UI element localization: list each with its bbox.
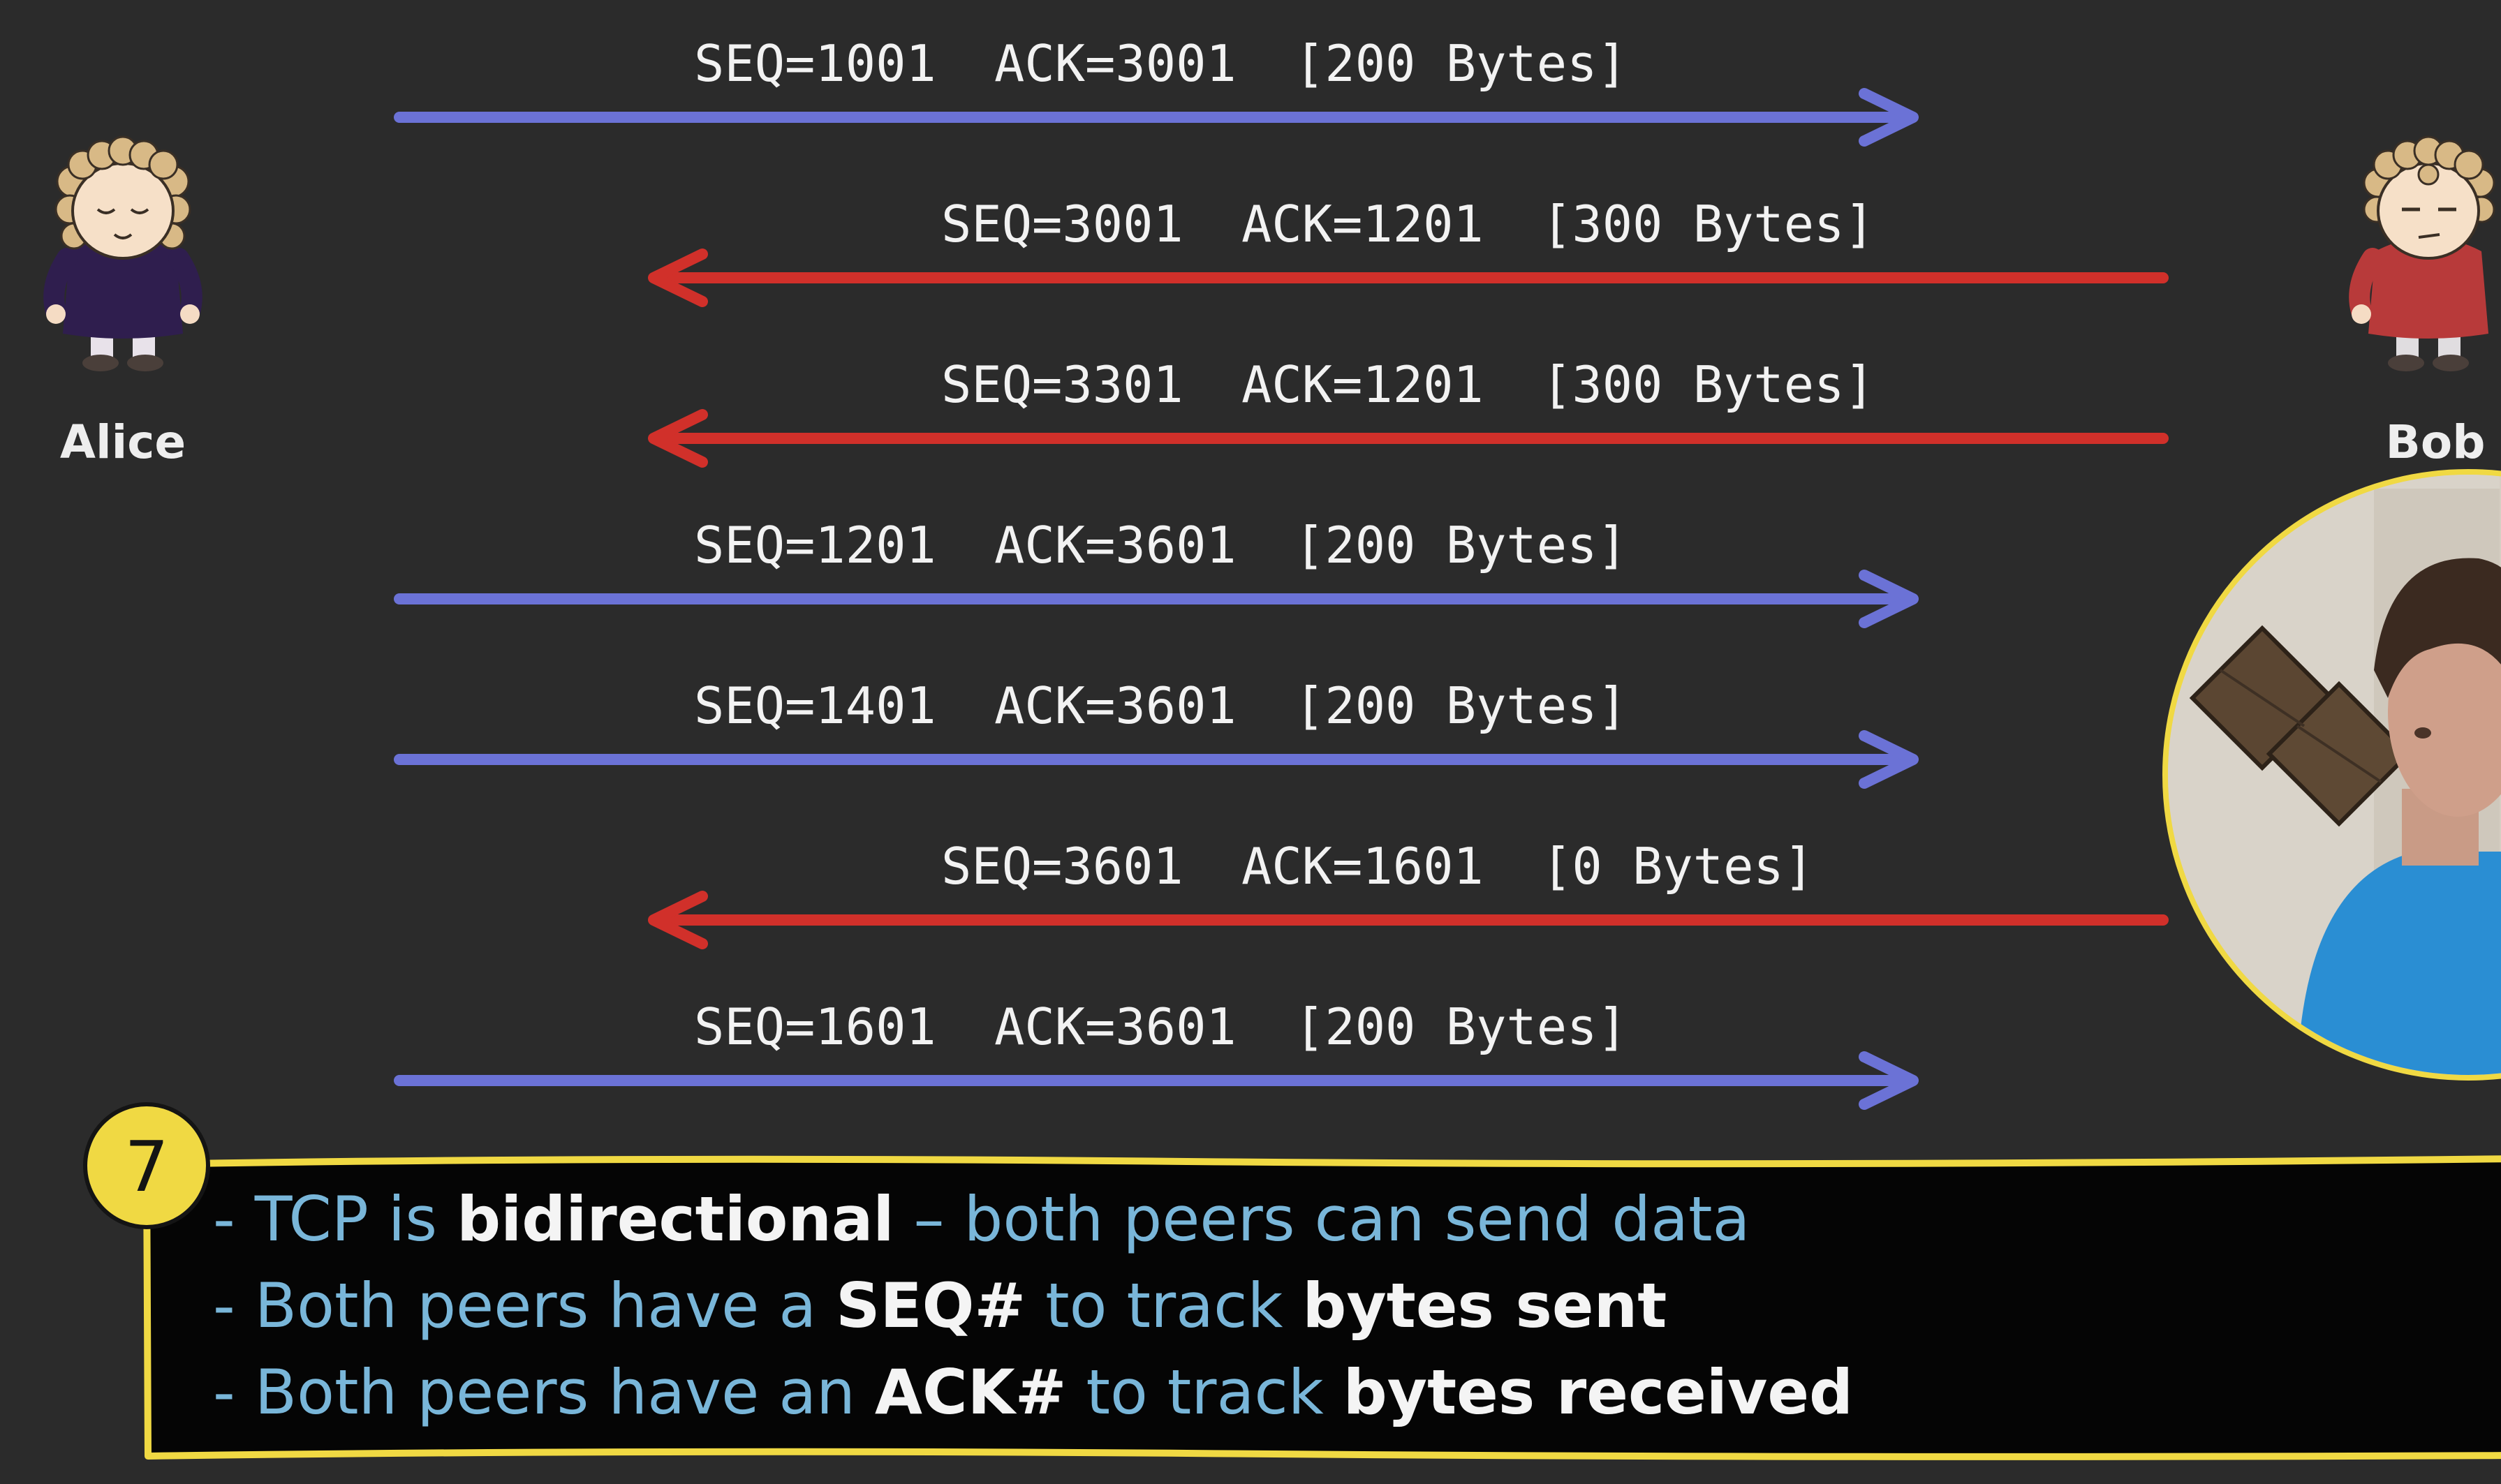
message-alice-to-bob: SEQ=1601 ACK=3601 [200 Bytes]: [394, 997, 1919, 1110]
message-alice-to-bob: SEQ=1001 ACK=3001 [200 Bytes]: [394, 34, 1919, 147]
presenter-webcam: [2162, 469, 2501, 1081]
summary-text: - TCP is bidirectional – both peers can …: [213, 1176, 2482, 1436]
summary-emphasis-text: bytes sent: [1302, 1270, 1667, 1342]
message-size-label: [0 Bytes]: [1542, 837, 1814, 896]
message-size-label: [300 Bytes]: [1542, 355, 1875, 414]
message-alice-to-bob: SEQ=1201 ACK=3601 [200 Bytes]: [394, 516, 1919, 628]
message-seq-label: SEQ=1601: [694, 997, 936, 1056]
bob-label: Bob: [2386, 415, 2486, 469]
message-ack-label: ACK=3601: [994, 676, 1237, 735]
summary-text-segment: - Both peers have an: [213, 1356, 875, 1428]
message-size-label: [200 Bytes]: [1294, 516, 1628, 574]
message-ack-label: ACK=3601: [994, 516, 1237, 574]
message-ack-label: ACK=1601: [1241, 837, 1484, 896]
message-alice-to-bob: SEQ=1401 ACK=3601 [200 Bytes]: [394, 676, 1919, 789]
message-ack-label: ACK=3001: [994, 34, 1237, 93]
message-seq-label: SEQ=3301: [941, 355, 1183, 414]
summary-line-2: - Both peers have a SEQ# to track bytes …: [213, 1263, 2482, 1349]
message-seq-label: SEQ=1001: [694, 34, 936, 93]
message-list: SEQ=1001 ACK=3001 [200 Bytes] SEQ=3001 ACK=1…: [394, 34, 2169, 1110]
message-bob-to-alice: SEQ=3301 ACK=1201 [300 Bytes]: [648, 355, 2169, 468]
message-size-label: [200 Bytes]: [1294, 676, 1628, 735]
bob-avatar: [2349, 135, 2495, 371]
summary-text-segment: to track: [1026, 1270, 1303, 1342]
message-seq-label: SEQ=3001: [941, 195, 1183, 253]
message-ack-label: ACK=1201: [1241, 195, 1484, 253]
message-bob-to-alice: SEQ=3001 ACK=1201 [300 Bytes]: [648, 195, 2169, 307]
summary-text-segment: – both peers can send data: [894, 1183, 1750, 1255]
summary-line-3: - Both peers have an ACK# to track bytes…: [213, 1349, 2482, 1436]
message-size-label: [300 Bytes]: [1542, 195, 1875, 253]
message-seq-label: SEQ=1201: [694, 516, 936, 574]
message-bob-to-alice: SEQ=3601 ACK=1601 [0 Bytes]: [648, 837, 2169, 949]
summary-line-1: - TCP is bidirectional – both peers can …: [213, 1176, 2482, 1263]
message-seq-label: SEQ=1401: [694, 676, 936, 735]
alice-avatar: [43, 135, 202, 371]
message-ack-label: ACK=3601: [994, 997, 1237, 1056]
summary-text-segment: to track: [1066, 1356, 1343, 1428]
summary-text-segment: - TCP is: [213, 1183, 457, 1255]
message-size-label: [200 Bytes]: [1294, 34, 1628, 93]
summary-text-segment: - Both peers have a: [213, 1270, 836, 1342]
message-seq-label: SEQ=3601: [941, 837, 1183, 896]
alice-label: Alice: [60, 415, 186, 469]
summary-emphasis-text: bytes received: [1343, 1356, 1853, 1428]
summary-emphasis-text: bidirectional: [457, 1183, 894, 1255]
message-size-label: [200 Bytes]: [1294, 997, 1628, 1056]
tcp-sequence-diagram: Alice Bob SEQ=1001 ACK=3001 [200 Bytes] …: [0, 0, 2501, 1484]
summary-emphasis-text: ACK#: [874, 1356, 1067, 1428]
message-ack-label: ACK=1201: [1241, 355, 1484, 414]
summary-emphasis-text: SEQ#: [836, 1270, 1026, 1342]
step-badge-number: 7: [124, 1126, 169, 1208]
